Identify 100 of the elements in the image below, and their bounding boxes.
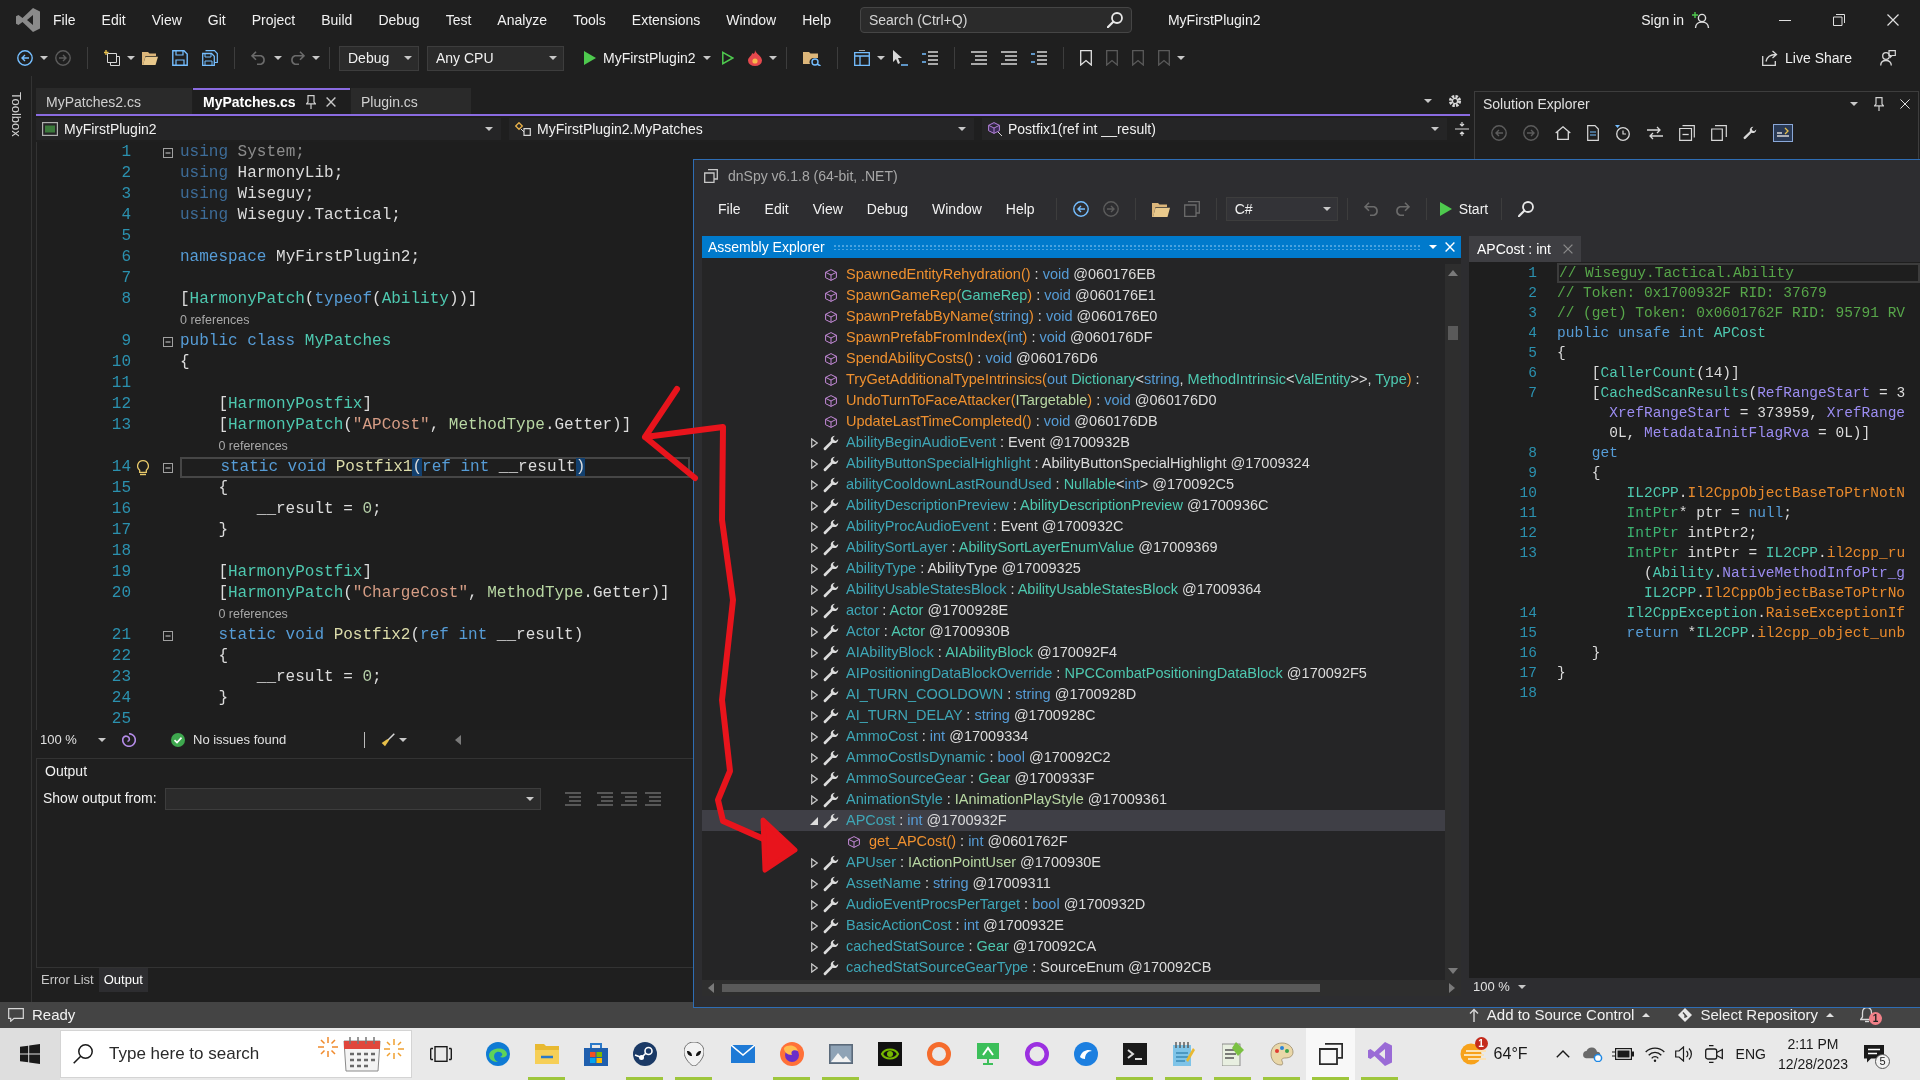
lines-icon[interactable] <box>1000 51 1017 65</box>
collapsed-triangle-icon[interactable] <box>810 878 818 889</box>
collapsed-triangle-icon[interactable] <box>810 500 818 511</box>
close-icon[interactable] <box>325 97 336 107</box>
menu-item[interactable]: Help <box>993 198 1047 220</box>
collapsed-triangle-icon[interactable] <box>810 584 818 595</box>
start-button[interactable]: MyFirstPlugin2 <box>580 49 715 67</box>
forward-icon[interactable] <box>1523 125 1539 141</box>
collapse-box-icon[interactable] <box>163 147 173 158</box>
open-folder-icon[interactable] <box>1151 201 1170 217</box>
codelens-link[interactable]: 0 references <box>218 607 288 622</box>
configuration-dropdown[interactable]: Debug <box>339 45 419 71</box>
menu-item[interactable]: Window <box>713 9 790 31</box>
split-icon[interactable] <box>1455 122 1469 136</box>
tree-row[interactable]: AIAbilityBlock : AIAbilityBlock @170092F4 <box>702 642 1445 663</box>
navigation-dropdown[interactable]: Postfix1(ref int __result) <box>982 118 1447 140</box>
menu-item[interactable]: View <box>800 198 855 220</box>
document-icon[interactable] <box>1587 125 1599 141</box>
tree-row[interactable]: Actor : Actor @1700930B <box>702 621 1445 642</box>
collapsed-triangle-icon[interactable] <box>810 668 818 679</box>
chevron-up-icon[interactable] <box>1555 1050 1570 1058</box>
clock[interactable]: 2:11 PM 12/28/2023 <box>1777 1034 1848 1074</box>
panel-tab[interactable]: Output <box>98 968 148 992</box>
language-dropdown[interactable]: C# <box>1225 197 1338 221</box>
collapsed-triangle-icon[interactable] <box>810 899 818 910</box>
menu-item[interactable]: Build <box>308 9 366 31</box>
restore-icon[interactable] <box>1833 14 1845 26</box>
lightbulb-icon[interactable] <box>137 459 149 476</box>
scroll-thumb[interactable] <box>722 984 1320 992</box>
tree-row[interactable]: SpawnPrefabFromIndex(int) : void @060176DF <box>702 327 1445 348</box>
home-icon[interactable] <box>1555 126 1571 140</box>
source-control-button[interactable]: Add to Source Control <box>1468 1006 1651 1024</box>
collapsed-triangle-icon[interactable] <box>810 752 818 763</box>
save-icon[interactable] <box>172 50 188 66</box>
menu-item[interactable]: Debug <box>365 9 433 31</box>
collapsed-triangle-icon[interactable] <box>810 794 818 805</box>
collapsed-triangle-icon[interactable] <box>810 689 818 700</box>
search-field[interactable]: Search (Ctrl+Q) <box>859 7 1132 33</box>
battery-icon[interactable] <box>1611 1048 1634 1060</box>
undo-icon[interactable] <box>1363 202 1380 216</box>
tree-row[interactable]: SpawnPrefabByName(string) : void @060176E0 <box>702 306 1445 327</box>
undo-icon[interactable] <box>251 51 267 65</box>
expanded-triangle-icon[interactable] <box>810 816 818 825</box>
menu-item[interactable]: Test <box>432 9 485 31</box>
tree-row[interactable]: AbilityType : AbilityType @17009325 <box>702 558 1445 579</box>
scroll-up-icon[interactable] <box>1448 270 1458 276</box>
forward-icon[interactable] <box>55 50 71 66</box>
tree-row[interactable]: AssetName : string @17009311 <box>702 873 1445 894</box>
tree-row[interactable]: UndoTurnToFaceAttacker(ITargetable) : void @060176D0 <box>702 390 1445 411</box>
cloud-icon[interactable] <box>1580 1046 1603 1062</box>
collapsed-triangle-icon[interactable] <box>810 962 818 973</box>
copy-icon[interactable] <box>1711 125 1727 141</box>
tree-row[interactable]: AbilityBeginAudioEvent : Event @1700932B <box>702 432 1445 453</box>
new-item-icon[interactable] <box>104 50 120 66</box>
menu-item[interactable]: Edit <box>88 9 139 31</box>
tree-row[interactable]: AbilityDescriptionPreview : AbilityDescriptionPreview @1700936C <box>702 495 1445 516</box>
tree-row[interactable]: actor : Actor @1700928E <box>702 600 1445 621</box>
collapsed-triangle-icon[interactable] <box>810 437 818 448</box>
wifi-icon[interactable] <box>1644 1046 1665 1062</box>
caret-icon[interactable] <box>1850 102 1858 106</box>
zoom-dropdown[interactable]: 100 % <box>36 732 114 748</box>
collapsed-triangle-icon[interactable] <box>810 458 818 469</box>
caret-icon[interactable] <box>40 56 48 60</box>
pin-icon[interactable] <box>1874 97 1884 111</box>
navigation-dropdown[interactable]: MyFirstPlugin2.MyPatches <box>509 118 974 140</box>
tree-row[interactable]: AmmoSourceGear : Gear @1700933F <box>702 768 1445 789</box>
search-icon[interactable] <box>1518 201 1535 217</box>
open-folder-icon[interactable] <box>142 51 158 65</box>
scroll-left-icon[interactable] <box>455 735 462 745</box>
sign-in-link[interactable]: Sign in <box>1641 11 1684 29</box>
collapsed-triangle-icon[interactable] <box>810 647 818 658</box>
lines-icon[interactable] <box>970 51 987 65</box>
tree-row[interactable]: abilityCooldownLastRoundUsed : Nullable<int> @170092C5 <box>702 474 1445 495</box>
caret-icon[interactable] <box>876 56 885 60</box>
swirl-icon[interactable] <box>122 733 136 747</box>
caret-icon[interactable] <box>1429 245 1437 249</box>
start-button[interactable]: Start <box>1435 200 1493 218</box>
language-indicator[interactable]: ENG <box>1735 1045 1766 1063</box>
minimize-icon[interactable] <box>1779 19 1791 21</box>
account-icon[interactable] <box>1692 12 1710 28</box>
tree-row[interactable]: APCost : int @1700932F <box>702 810 1445 831</box>
menu-item[interactable]: Analyze <box>484 9 561 31</box>
layout-icon[interactable] <box>853 50 870 66</box>
document-tab[interactable]: Plugin.cs <box>351 88 471 114</box>
list-icon[interactable] <box>921 51 938 65</box>
brush-icon[interactable] <box>381 733 396 747</box>
flame-icon[interactable] <box>747 50 762 66</box>
collapsed-triangle-icon[interactable] <box>810 479 818 490</box>
scroll-right-icon[interactable] <box>1449 983 1455 993</box>
menu-item[interactable]: Edit <box>752 198 801 220</box>
tree-row[interactable]: UpdateLastTimeCompleted() : void @060176DB <box>702 411 1445 432</box>
tree-row[interactable]: get_APCost() : int @0601762F <box>702 831 1445 852</box>
menu-item[interactable]: File <box>706 198 753 220</box>
collapsed-triangle-icon[interactable] <box>810 731 818 742</box>
back-icon[interactable] <box>1072 201 1089 217</box>
tree-row[interactable]: SpawnGameRep(GameRep) : void @060176E1 <box>702 285 1445 306</box>
menu-item[interactable]: Help <box>789 9 844 31</box>
tree-row[interactable]: AbilityProcAudioEvent : Event @1700932C <box>702 516 1445 537</box>
tree-row[interactable]: AI_TURN_COOLDOWN : string @1700928D <box>702 684 1445 705</box>
folder-search-icon[interactable] <box>802 50 821 66</box>
